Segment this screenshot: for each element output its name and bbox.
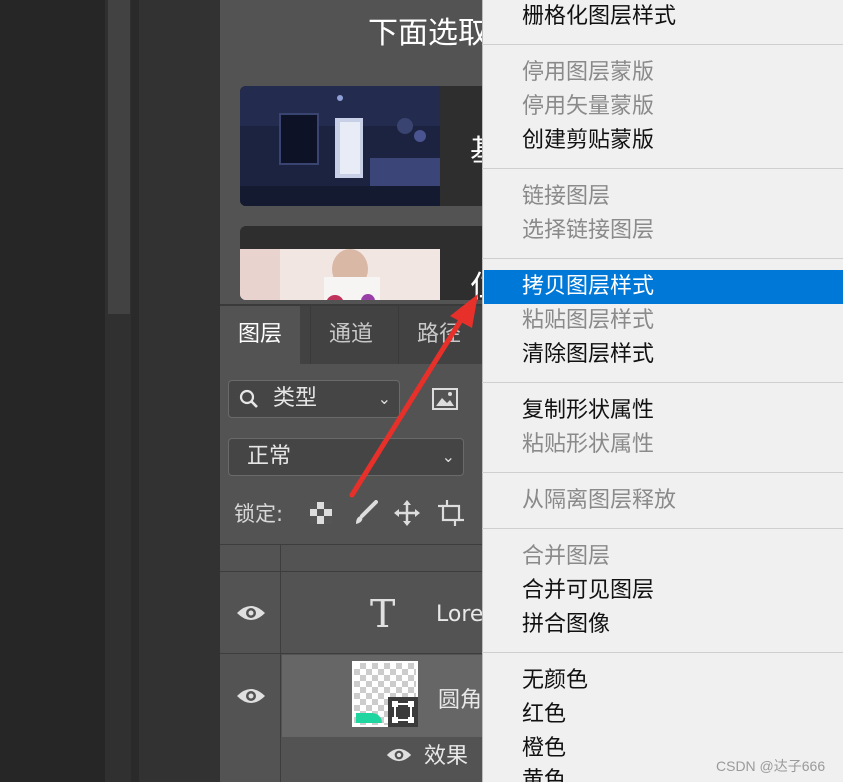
annotation-arrow-icon (349, 294, 478, 498)
lock-transparent-pixels-icon[interactable] (308, 500, 334, 526)
shape-preview (356, 713, 382, 723)
bedroom-image (240, 86, 440, 206)
menu-item-disable-layer-mask[interactable]: 停用图层蒙版 (522, 56, 654, 90)
lock-artboard-crop-icon[interactable] (438, 500, 464, 526)
menu-item-merge-visible[interactable]: 合并可见图层 (522, 574, 654, 608)
menu-separator (482, 528, 843, 529)
layer-name[interactable]: 圆角 (438, 682, 482, 714)
menu-item-paste-shape-attributes[interactable]: 粘贴形状属性 (522, 428, 654, 462)
menu-separator (482, 382, 843, 383)
menu-separator (482, 652, 843, 653)
menu-separator (482, 44, 843, 45)
menu-item-select-linked-layers[interactable]: 选择链接图层 (522, 214, 654, 248)
row-separator (220, 653, 482, 654)
menu-separator (482, 472, 843, 473)
menu-item-release-from-isolation[interactable]: 从隔离图层释放 (522, 484, 676, 518)
vertical-scrollbar-thumb[interactable] (108, 0, 130, 314)
menu-item-copy-shape-attributes[interactable]: 复制形状属性 (522, 394, 654, 428)
preview-card-bedroom[interactable]: 基 (240, 86, 482, 206)
effects-visibility-eye-icon[interactable] (386, 746, 412, 764)
panel-divider (131, 0, 139, 782)
layer-name[interactable]: Lore (436, 602, 483, 627)
lock-image-pixels-brush-icon[interactable] (352, 500, 378, 526)
menu-separator (482, 258, 843, 259)
row-separator (220, 544, 482, 545)
menu-item-link-layers[interactable]: 链接图层 (522, 180, 610, 214)
shape-layer-thumbnail[interactable] (352, 661, 418, 727)
watermark: CSDN @达子666 (716, 758, 826, 774)
menu-item-disable-vector-mask[interactable]: 停用矢量蒙版 (522, 90, 654, 124)
tab-layers[interactable]: 图层 (220, 306, 301, 364)
menu-item-copy-layer-style[interactable]: 拷贝图层样式 (522, 270, 654, 304)
lock-position-move-icon[interactable] (394, 500, 420, 526)
text-layer-thumbnail-icon: T (370, 592, 396, 636)
visibility-eye-icon[interactable] (236, 686, 266, 706)
menu-item-yellow[interactable]: 黄色 (522, 764, 566, 782)
flowers-image (240, 249, 440, 300)
menu-item-create-clipping-mask[interactable]: 创建剪贴蒙版 (522, 124, 654, 158)
blend-mode-value: 正常 (247, 444, 292, 469)
menu-item-rasterize-layer-style[interactable]: 栅格化图层样式 (522, 0, 676, 34)
search-icon (239, 389, 258, 408)
menu-item-orange[interactable]: 橙色 (522, 732, 566, 766)
menu-item-red[interactable]: 红色 (522, 698, 566, 732)
preview-card-caption: 基 (470, 126, 482, 170)
layer-filter-value: 类型 (273, 386, 318, 411)
menu-item-paste-layer-style[interactable]: 粘贴图层样式 (522, 304, 654, 338)
visibility-eye-icon[interactable] (236, 603, 266, 623)
preview-title: 下面选取 (368, 16, 488, 51)
panel-gutter (139, 0, 220, 782)
menu-separator (482, 168, 843, 169)
menu-item-flatten-image[interactable]: 拼合图像 (522, 608, 610, 642)
menu-item-merge-layers[interactable]: 合并图层 (522, 540, 610, 574)
menu-item-clear-layer-style[interactable]: 清除图层样式 (522, 338, 654, 372)
menu-item-no-color[interactable]: 无颜色 (522, 664, 588, 698)
left-canvas-area (0, 0, 105, 782)
vector-shape-icon (388, 697, 418, 727)
layer-effects-label[interactable]: 效果 (424, 738, 468, 770)
preview-card-flowers[interactable]: 仁 (240, 226, 482, 300)
lock-label: 锁定: (234, 502, 284, 526)
